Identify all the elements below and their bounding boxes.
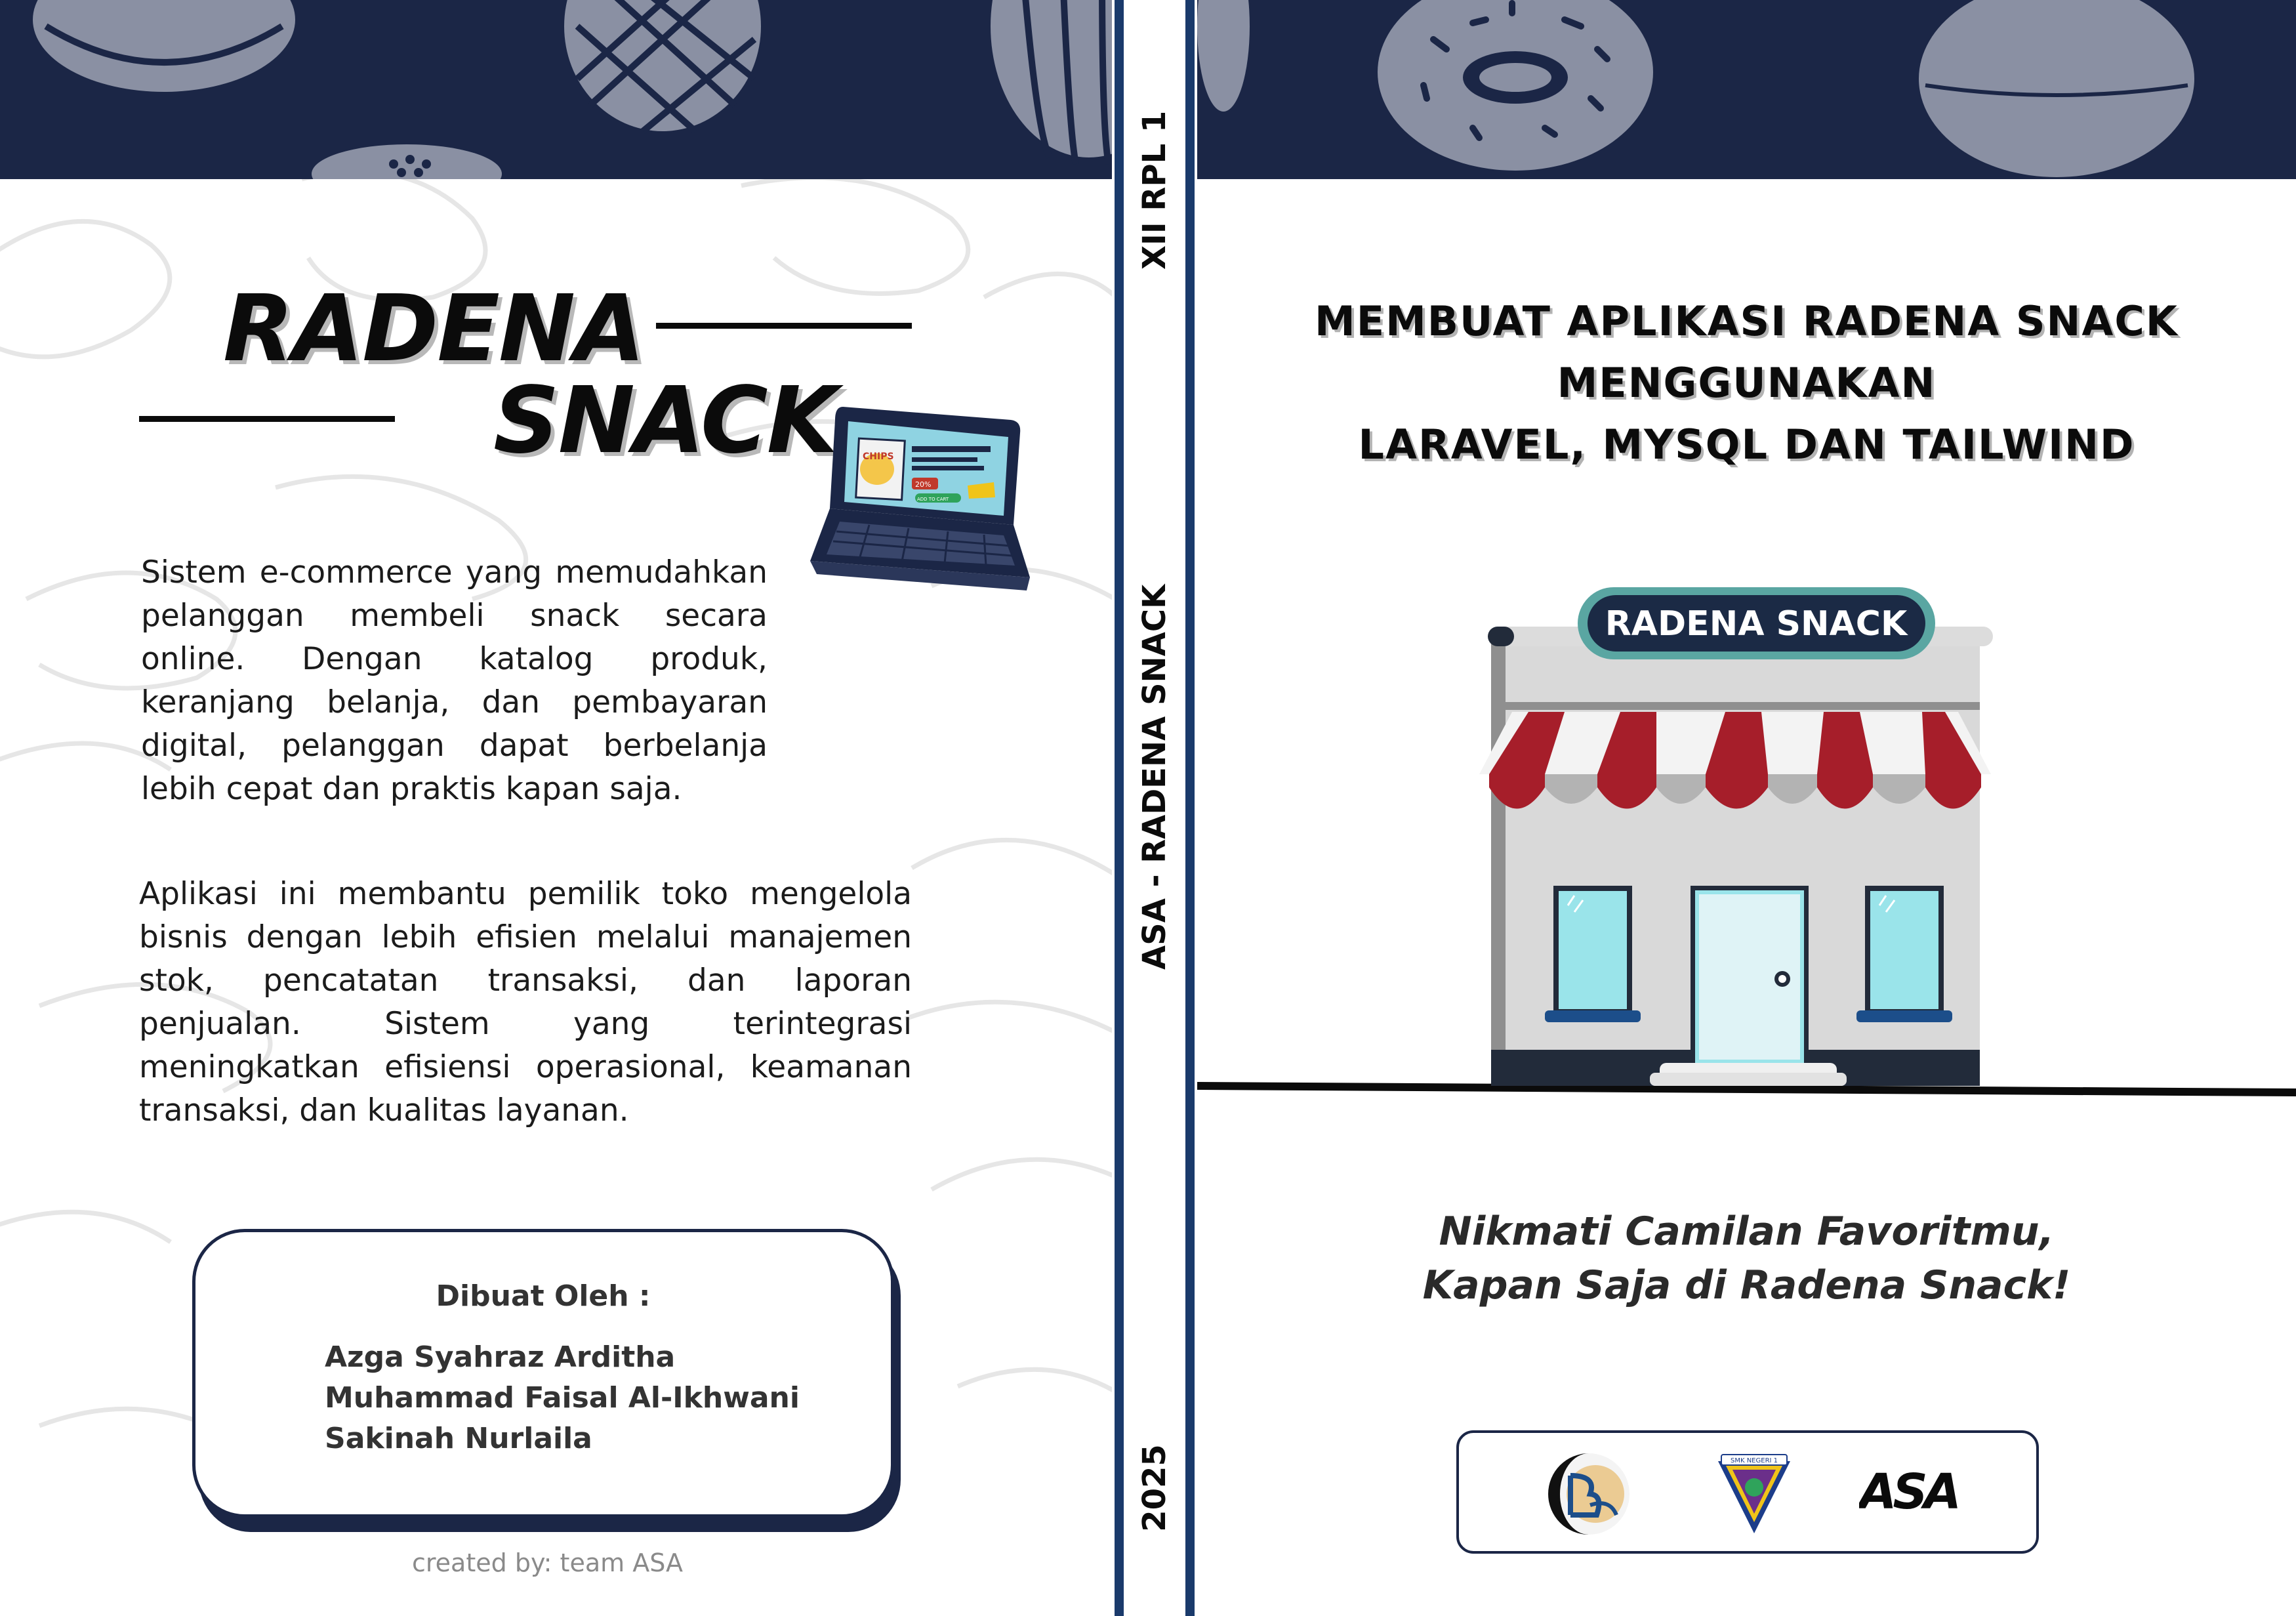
spine: XII RPL 1 ASA - RADENA SNACK 2025 xyxy=(1112,0,1197,1616)
front-tagline: Nikmati Camilan Favoritmu, Kapan Saja di… xyxy=(1197,1205,2296,1312)
laptop-illustration: CHIPS 20% ADD TO CART xyxy=(810,407,1030,590)
front-title-line: LARAVEL, MYSQL DAN TAILWIND xyxy=(1358,421,2135,468)
laptop-chips-label: CHIPS xyxy=(863,451,894,462)
front-title-line: MEMBUAT APLIKASI RADENA SNACK xyxy=(1315,297,2179,345)
spine-year: 2025 xyxy=(1136,1444,1173,1532)
back-title-line2: SNACK xyxy=(493,367,838,474)
footer-credit: created by: team ASA xyxy=(412,1548,684,1577)
donut-pattern-header xyxy=(33,0,1112,203)
front-title: MEMBUAT APLIKASI RADENA SNACK MENGGUNAKA… xyxy=(1197,291,2296,476)
laptop-button-label: ADD TO CART xyxy=(917,497,949,502)
back-cover: RADENA SNACK CHIPS 20% ADD TO CART Siste… xyxy=(0,0,1112,1616)
tagline-line: Kapan Saja di Radena Snack! xyxy=(1422,1262,2071,1308)
laptop-price-badge: 20% xyxy=(915,480,931,489)
title-rule-bottom xyxy=(139,416,395,422)
back-paragraph-2: Aplikasi ini membantu pemilik toko menge… xyxy=(139,876,912,1129)
credits-heading: Dibuat Oleh : xyxy=(436,1279,651,1313)
back-title-line1: RADENA xyxy=(223,276,646,383)
school-badge-logo: SMK NEGERI 1 xyxy=(1718,1454,1790,1533)
tagline-line: Nikmati Camilan Favoritmu, xyxy=(1439,1209,2055,1254)
back-paragraph-1: Sistem e-commerce yang memudahkan pelang… xyxy=(141,554,768,807)
store-sign-text: RADENA SNACK xyxy=(1605,604,1908,644)
spine-edge-left xyxy=(1115,0,1124,1616)
school-badge-text: SMK NEGERI 1 xyxy=(1731,1457,1778,1464)
donut-pattern-header xyxy=(1197,0,2194,177)
author-name: Sakinah Nurlaila xyxy=(325,1422,592,1455)
back-cover-header-band xyxy=(0,0,1112,203)
authors-list: Azga Syahraz Arditha Muhammad Faisal Al-… xyxy=(325,1337,800,1459)
asa-logo-text: ASA xyxy=(1859,1464,1958,1520)
author-name: Muhammad Faisal Al-Ikhwani xyxy=(325,1381,800,1415)
title-rule-top xyxy=(656,323,912,329)
front-cover-header-band xyxy=(1197,0,2296,179)
logo-box: SMK NEGERI 1 ASA xyxy=(1456,1430,2039,1554)
spine-edge-right xyxy=(1185,0,1195,1616)
storefront-illustration: RADENA SNACK xyxy=(1197,587,2296,1096)
credits-box: Dibuat Oleh : Azga Syahraz Arditha Muham… xyxy=(192,1229,894,1518)
spine-class-label: XII RPL 1 xyxy=(1136,110,1173,270)
logo-1 xyxy=(1548,1453,1630,1535)
asa-logo: ASA xyxy=(1859,1464,1958,1520)
front-title-line: MENGGUNAKAN xyxy=(1557,359,1937,407)
author-name: Azga Syahraz Arditha xyxy=(325,1340,676,1374)
spine-book-label: ASA - RADENA SNACK xyxy=(1136,584,1173,970)
front-cover: MEMBUAT APLIKASI RADENA SNACK MENGGUNAKA… xyxy=(1197,0,2296,1616)
